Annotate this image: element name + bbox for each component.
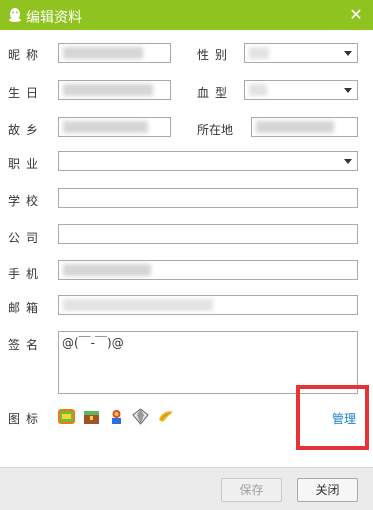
chevron-down-icon <box>344 88 352 93</box>
redacted-value <box>63 84 153 96</box>
nickname-field[interactable] <box>58 43 171 63</box>
close-button[interactable]: 关闭 <box>297 478 358 502</box>
gender-label: 性别 <box>197 48 234 62</box>
icon-strip <box>58 408 178 426</box>
signature-textarea[interactable]: @(￣-￣)@ <box>58 331 358 394</box>
phone-label: 手机 <box>8 267 45 281</box>
close-window-button[interactable]: ✕ <box>345 4 367 26</box>
signature-label: 签名 <box>8 338 45 352</box>
redacted-value <box>63 47 143 59</box>
chevron-down-icon <box>344 51 352 56</box>
svip-icon[interactable] <box>58 408 75 425</box>
signature-value: @(￣-￣)@ <box>62 336 124 350</box>
location-label: 所在地 <box>197 123 234 137</box>
close-icon: ✕ <box>349 5 363 24</box>
redacted-value <box>249 47 269 59</box>
gender-select[interactable] <box>244 43 358 63</box>
icons-label: 图标 <box>8 412 45 426</box>
job-select[interactable] <box>58 151 358 171</box>
company-label: 公司 <box>8 231 45 245</box>
phone-field[interactable] <box>58 260 358 280</box>
job-label: 职业 <box>8 157 45 171</box>
redacted-value <box>63 299 213 311</box>
location-field[interactable] <box>251 117 358 137</box>
chevron-down-icon <box>344 159 352 164</box>
title-bar[interactable]: 编辑资料 ✕ <box>0 0 373 30</box>
footer-bar: 保存 关闭 <box>0 467 373 510</box>
school-field[interactable] <box>58 188 358 208</box>
blood-type-select[interactable] <box>244 80 358 100</box>
nickname-label: 昵称 <box>8 48 45 62</box>
redacted-value <box>63 264 151 276</box>
hometown-field[interactable] <box>58 117 171 137</box>
treasure-chest-icon[interactable] <box>83 408 100 425</box>
hometown-label: 故乡 <box>8 123 45 137</box>
redacted-value <box>256 121 334 133</box>
company-field[interactable] <box>58 224 358 244</box>
window-title: 编辑资料 <box>26 10 82 26</box>
redacted-value <box>249 84 267 96</box>
qq-penguin-icon <box>9 8 21 22</box>
email-label: 邮箱 <box>8 301 45 315</box>
birthday-label: 生日 <box>8 86 45 100</box>
school-label: 学校 <box>8 194 45 208</box>
golden-wing-icon[interactable] <box>157 408 174 425</box>
manage-link[interactable]: 管理 <box>332 410 356 427</box>
save-button[interactable]: 保存 <box>221 478 282 502</box>
redacted-value <box>63 121 148 133</box>
blood-type-label: 血型 <box>197 86 234 100</box>
game-character-icon[interactable] <box>108 408 125 425</box>
diamond-icon[interactable] <box>132 408 150 425</box>
birthday-field[interactable] <box>58 80 171 100</box>
email-field[interactable] <box>58 295 358 315</box>
